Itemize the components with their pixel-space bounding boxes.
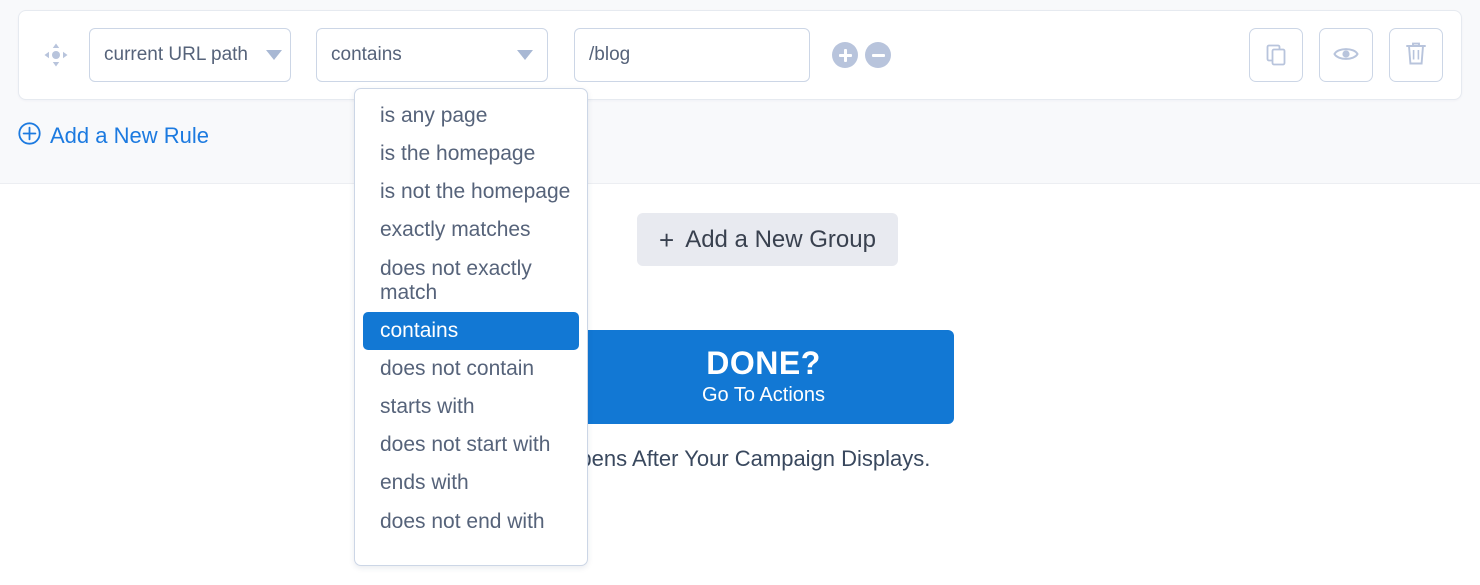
- plus-glyph-icon: +: [659, 224, 675, 255]
- dropdown-option[interactable]: does not end with: [363, 503, 579, 541]
- rule-field-value: current URL path: [104, 44, 248, 65]
- move-handle-icon[interactable]: [35, 42, 77, 68]
- dropdown-option[interactable]: exactly matches: [363, 211, 579, 249]
- plus-circle-outline-icon: [18, 122, 41, 150]
- dropdown-option[interactable]: ends with: [363, 464, 579, 502]
- dropdown-option[interactable]: is any page: [363, 97, 579, 135]
- add-new-rule-link[interactable]: Add a New Rule: [18, 122, 209, 150]
- done-title: DONE?: [706, 344, 821, 381]
- dropdown-option[interactable]: is not the homepage: [363, 173, 579, 211]
- add-new-group-button[interactable]: + Add a New Group: [637, 213, 898, 266]
- done-go-to-actions-button[interactable]: DONE? Go To Actions: [573, 330, 954, 424]
- dropdown-option[interactable]: starts with: [363, 388, 579, 426]
- done-subtitle: Go To Actions: [701, 384, 826, 407]
- rule-field-select[interactable]: current URL path: [89, 28, 291, 82]
- trash-icon: [1405, 41, 1427, 69]
- add-new-rule-label: Add a New Rule: [50, 123, 209, 148]
- preview-rule-button[interactable]: [1319, 28, 1373, 82]
- minus-circle-icon[interactable]: [865, 42, 891, 68]
- dropdown-option[interactable]: does not contain: [363, 350, 579, 388]
- rule-value-input[interactable]: [574, 28, 810, 82]
- rule-actions: [1249, 28, 1443, 82]
- plus-circle-icon[interactable]: [832, 42, 858, 68]
- dropdown-option[interactable]: does not start with: [363, 426, 579, 464]
- chevron-down-icon: [248, 50, 282, 60]
- condition-controls: [832, 42, 891, 68]
- delete-rule-button[interactable]: [1389, 28, 1443, 82]
- rule-builder-screen: current URL path contains /blog Add a Ne…: [0, 0, 1480, 585]
- rule-operator-value: contains: [331, 44, 402, 65]
- copy-icon: [1264, 42, 1288, 69]
- duplicate-rule-button[interactable]: [1249, 28, 1303, 82]
- dropdown-option[interactable]: does not exactly match: [363, 250, 579, 312]
- operator-dropdown-menu[interactable]: is any page is the homepage is not the hom…: [354, 88, 588, 566]
- rule-operator-select[interactable]: contains: [316, 28, 548, 82]
- dropdown-option[interactable]: contains: [363, 311, 579, 350]
- rule-row: current URL path contains: [18, 10, 1462, 100]
- eye-icon: [1333, 44, 1359, 67]
- operator-dropdown-list: is any page is the homepage is not the hom…: [355, 97, 587, 541]
- dropdown-option[interactable]: is the homepage: [363, 135, 579, 173]
- chevron-down-icon: [499, 50, 533, 60]
- add-new-group-label: Add a New Group: [685, 225, 876, 253]
